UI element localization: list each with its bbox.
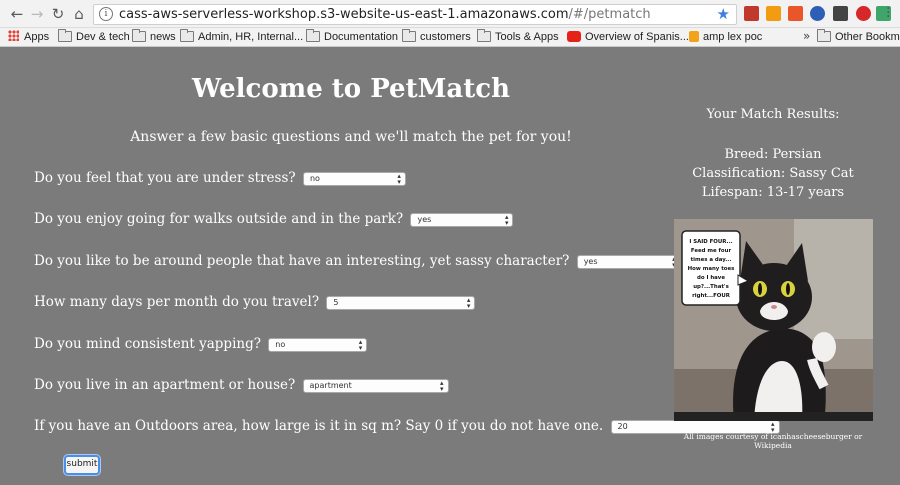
folder-icon: [817, 29, 831, 42]
submit-button[interactable]: submit: [64, 455, 100, 475]
browser-toolbar: ← → ↻ ⌂ i cass-aws-serverless-workshop.s…: [0, 0, 900, 28]
apps-grid-icon: [8, 30, 19, 41]
meme-line: How many toes: [688, 266, 735, 272]
question-label: If you have an Outdoors area, how large …: [34, 418, 604, 434]
result-classification: Classification: Sassy Cat: [692, 166, 854, 181]
folder-icon: [58, 29, 72, 42]
meme-line: up?...That's: [693, 284, 729, 290]
bookmark-dev-tech[interactable]: Dev & tech: [58, 29, 130, 45]
folder-icon: [402, 29, 416, 42]
page-title: Welcome to PetMatch: [192, 74, 510, 104]
image-credit: All images courtesy of icanhascheeseburg…: [683, 432, 863, 450]
cat-meme-image: I SAID FOUR... Feed me four times a day.…: [674, 219, 873, 421]
stress-select[interactable]: no ▴ ▾: [302, 172, 406, 186]
question-label: Do you mind consistent yapping?: [34, 336, 261, 352]
select-arrows-icon: ▴▾: [466, 296, 471, 310]
meme-line: right...FOUR: [692, 293, 731, 299]
bookmark-news[interactable]: news: [132, 29, 176, 45]
select-arrows-icon: ▴▾: [397, 172, 401, 186]
travel-select[interactable]: 5 ▴ ▾: [326, 296, 476, 310]
extension-circle-icon[interactable]: [810, 6, 825, 21]
sassy-select[interactable]: yes▴▾: [576, 255, 681, 269]
office-icon[interactable]: [788, 6, 803, 21]
bookmarks-bar: Apps Dev & tech news Admin, HR, Internal…: [0, 28, 900, 47]
question-label: Do you live in an apartment or house?: [34, 377, 296, 393]
walks-select[interactable]: yes ▴ ▾: [410, 213, 514, 227]
forward-icon[interactable]: →: [28, 5, 46, 23]
extension-dark-icon[interactable]: [833, 6, 848, 21]
meme-line: do I have: [697, 275, 725, 281]
question-sassy: Do you like to be around people that hav…: [34, 253, 681, 269]
question-label: Do you enjoy going for walks outside and…: [34, 211, 404, 227]
extension-gift-icon[interactable]: [744, 6, 759, 21]
menu-icon[interactable]: · · ·: [886, 2, 890, 24]
results-heading: Your Match Results:: [706, 107, 840, 122]
question-walks: Do you enjoy going for walks outside and…: [34, 211, 514, 227]
select-arrows-icon: ▴▾: [358, 338, 363, 352]
bookmark-customers[interactable]: customers: [402, 29, 471, 45]
folder-icon: [132, 29, 146, 42]
site-info-icon[interactable]: i: [99, 7, 113, 21]
question-label: Do you feel that you are under stress?: [34, 170, 296, 186]
bookmark-spanish[interactable]: Overview of Spanis...: [567, 30, 689, 45]
result-breed: Breed: Persian: [724, 147, 822, 162]
yapping-select[interactable]: no ▴ ▾: [268, 338, 368, 352]
bookmark-apps[interactable]: Apps: [8, 30, 49, 45]
bookmark-other[interactable]: Other Bookmarks: [817, 29, 900, 45]
meme-line: Feed me four: [691, 248, 732, 254]
amp-icon: [689, 31, 699, 42]
folder-icon: [477, 29, 491, 42]
question-yapping: Do you mind consistent yapping? no ▴ ▾: [34, 336, 368, 352]
question-label: Do you like to be around people that hav…: [34, 253, 570, 269]
rss-icon[interactable]: [766, 6, 781, 21]
home-icon[interactable]: ⌂: [70, 5, 88, 23]
select-arrows-icon: ▴▾: [440, 379, 444, 393]
meme-line: times a day...: [691, 257, 732, 263]
folder-icon: [306, 29, 320, 42]
housing-select[interactable]: apartment ▴ ▾: [302, 379, 449, 393]
question-label: How many days per month do you travel?: [34, 294, 320, 310]
page-subtitle: Answer a few basic questions and we'll m…: [130, 129, 572, 145]
bookmark-admin[interactable]: Admin, HR, Internal...: [180, 29, 303, 45]
question-housing: Do you live in an apartment or house? ap…: [34, 377, 449, 393]
question-travel: How many days per month do you travel? 5…: [34, 294, 476, 310]
question-stress: Do you feel that you are under stress? n…: [34, 170, 406, 186]
url-text: cass-aws-serverless-workshop.s3-website-…: [119, 7, 651, 22]
select-arrows-icon: ▴▾: [504, 213, 509, 227]
address-bar[interactable]: i cass-aws-serverless-workshop.s3-websit…: [93, 4, 737, 25]
folder-icon: [180, 29, 194, 42]
reload-icon[interactable]: ↻: [49, 5, 67, 23]
bookmark-amp-lex[interactable]: amp lex poc: [689, 30, 762, 45]
question-outdoors: If you have an Outdoors area, how large …: [34, 418, 780, 434]
petmatch-page: Welcome to PetMatch Answer a few basic q…: [0, 48, 900, 485]
result-lifespan: Lifespan: 13-17 years: [701, 185, 845, 200]
youtube-icon: [567, 31, 581, 42]
bookmark-tools-apps[interactable]: Tools & Apps: [477, 29, 559, 45]
opera-icon[interactable]: [856, 6, 871, 21]
bookmark-documentation[interactable]: Documentation: [306, 29, 398, 45]
bookmark-star-icon[interactable]: ★: [717, 5, 730, 23]
bookmarks-overflow-icon[interactable]: »: [803, 29, 810, 43]
back-icon[interactable]: ←: [8, 5, 26, 23]
meme-line: I SAID FOUR...: [689, 239, 732, 245]
